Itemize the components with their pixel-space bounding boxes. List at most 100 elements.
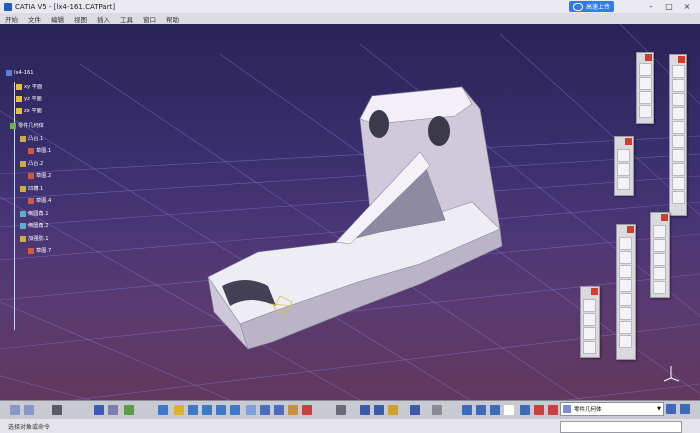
catalog-icon[interactable] xyxy=(94,405,104,415)
tree-item[interactable]: yz 平面 xyxy=(16,95,42,102)
tree-item[interactable]: 零件几何体 xyxy=(10,122,44,129)
menu-tools[interactable]: 工具 xyxy=(120,14,133,24)
menu-edit[interactable]: 编辑 xyxy=(51,14,64,24)
scan-icon[interactable] xyxy=(548,405,558,415)
sphere-icon[interactable] xyxy=(476,405,486,415)
menu-view[interactable]: 视图 xyxy=(74,14,87,24)
remove-button[interactable] xyxy=(583,327,596,340)
menu-start[interactable]: 开始 xyxy=(5,14,18,24)
tree-item[interactable]: 倒圆角.1 xyxy=(20,210,49,217)
tree-item[interactable]: 凸台.2 xyxy=(20,160,43,167)
tree-item[interactable]: 草图.2 xyxy=(28,172,51,179)
fit-all-icon[interactable] xyxy=(174,405,184,415)
thread-button[interactable] xyxy=(619,307,632,320)
translate-button[interactable] xyxy=(653,225,666,238)
loft-button[interactable] xyxy=(672,177,685,190)
draft-button[interactable] xyxy=(619,265,632,278)
pan-icon[interactable] xyxy=(188,405,198,415)
current-body-select[interactable]: 零件几何体 ▼ xyxy=(560,402,664,416)
snap-button[interactable] xyxy=(639,105,652,118)
cloud-upload-button[interactable]: 高速上传 xyxy=(568,1,614,12)
coordinates-icon[interactable] xyxy=(504,405,514,415)
remove-face-button[interactable] xyxy=(619,321,632,334)
tree-item[interactable]: 草图.7 xyxy=(28,247,51,254)
edge-fillet-button[interactable] xyxy=(619,237,632,250)
close-icon[interactable] xyxy=(661,214,668,221)
close-icon[interactable] xyxy=(625,138,632,145)
knowledge-icon[interactable] xyxy=(108,405,118,415)
analysis-icon[interactable] xyxy=(520,405,530,415)
3d-viewport[interactable]: lx4-161 xy 平面 yz 平面 zx 平面 零件几何体 凸台.1 草图.… xyxy=(0,24,700,400)
shaft-button[interactable] xyxy=(672,93,685,106)
tree-item[interactable]: 凸台.1 xyxy=(20,135,43,142)
close-icon[interactable] xyxy=(627,226,634,233)
plane-button[interactable] xyxy=(617,177,630,190)
chamfer-button[interactable] xyxy=(619,251,632,264)
reorder-icon[interactable] xyxy=(534,405,544,415)
undo-icon[interactable] xyxy=(10,405,20,415)
axis-system-icon[interactable] xyxy=(410,405,420,415)
shell-button[interactable] xyxy=(619,279,632,292)
thickness-button[interactable] xyxy=(619,293,632,306)
groove-button[interactable] xyxy=(672,107,685,120)
tree-item[interactable]: zx 平面 xyxy=(16,107,42,114)
tree-root[interactable]: lx4-161 xyxy=(6,70,34,76)
rib-button[interactable] xyxy=(672,135,685,148)
measure-icon[interactable] xyxy=(124,405,134,415)
menu-file[interactable]: 文件 xyxy=(28,14,41,24)
close-icon[interactable] xyxy=(645,54,652,61)
pattern-button[interactable] xyxy=(653,267,666,280)
hide-show-icon[interactable] xyxy=(302,405,312,415)
assemble-button[interactable] xyxy=(583,299,596,312)
sketch-button[interactable] xyxy=(639,77,652,90)
point-button[interactable] xyxy=(617,149,630,162)
body-insert-icon[interactable] xyxy=(432,405,442,415)
normal-view-icon[interactable] xyxy=(246,405,256,415)
formula-icon[interactable] xyxy=(52,405,62,415)
line-button[interactable] xyxy=(617,163,630,176)
replace-face-button[interactable] xyxy=(619,335,632,348)
grid-button[interactable] xyxy=(639,91,652,104)
tree-item[interactable]: xy 平面 xyxy=(16,83,42,90)
tree-item[interactable]: 草图.1 xyxy=(28,147,51,154)
minimize-button[interactable]: – xyxy=(642,0,660,13)
pad-button[interactable] xyxy=(672,65,685,78)
3d-compass-icon[interactable] xyxy=(666,404,676,414)
axis-compass-icon[interactable] xyxy=(662,364,680,382)
maximize-button[interactable]: □ xyxy=(660,0,678,13)
slot-button[interactable] xyxy=(672,149,685,162)
rotate-view-icon[interactable] xyxy=(202,405,212,415)
tree-item[interactable]: 草图.4 xyxy=(28,197,51,204)
scale-button[interactable] xyxy=(653,281,666,294)
stiffener-button[interactable] xyxy=(672,163,685,176)
comment-icon[interactable] xyxy=(66,405,76,415)
mirror-button[interactable] xyxy=(653,253,666,266)
menu-window[interactable]: 窗口 xyxy=(143,14,156,24)
zoom-out-icon[interactable] xyxy=(230,405,240,415)
pocket-button[interactable] xyxy=(672,79,685,92)
fly-mode-icon[interactable] xyxy=(158,405,168,415)
close-icon[interactable] xyxy=(591,288,598,295)
cylinder-icon[interactable] xyxy=(490,405,500,415)
close-button[interactable]: × xyxy=(678,0,696,13)
iso-view-icon[interactable] xyxy=(274,405,284,415)
rotate-button[interactable] xyxy=(653,239,666,252)
view-direction-icon[interactable] xyxy=(680,404,690,414)
menu-insert[interactable]: 插入 xyxy=(97,14,110,24)
select-button[interactable] xyxy=(639,63,652,76)
add-button[interactable] xyxy=(583,313,596,326)
material-icon[interactable] xyxy=(388,405,398,415)
zoom-in-icon[interactable] xyxy=(216,405,226,415)
link-icon[interactable] xyxy=(462,405,472,415)
constraint-icon[interactable] xyxy=(360,405,370,415)
anchor-icon[interactable] xyxy=(374,405,384,415)
hole-button[interactable] xyxy=(672,121,685,134)
menu-help[interactable]: 帮助 xyxy=(166,14,179,24)
intersect-button[interactable] xyxy=(583,341,596,354)
multi-view-icon[interactable] xyxy=(260,405,270,415)
command-input[interactable] xyxy=(560,421,682,433)
close-icon[interactable] xyxy=(678,56,685,63)
remove-loft-button[interactable] xyxy=(672,191,685,204)
tree-item[interactable]: 加强肋.1 xyxy=(20,235,49,242)
tree-item[interactable]: 倒圆角.2 xyxy=(20,222,49,229)
